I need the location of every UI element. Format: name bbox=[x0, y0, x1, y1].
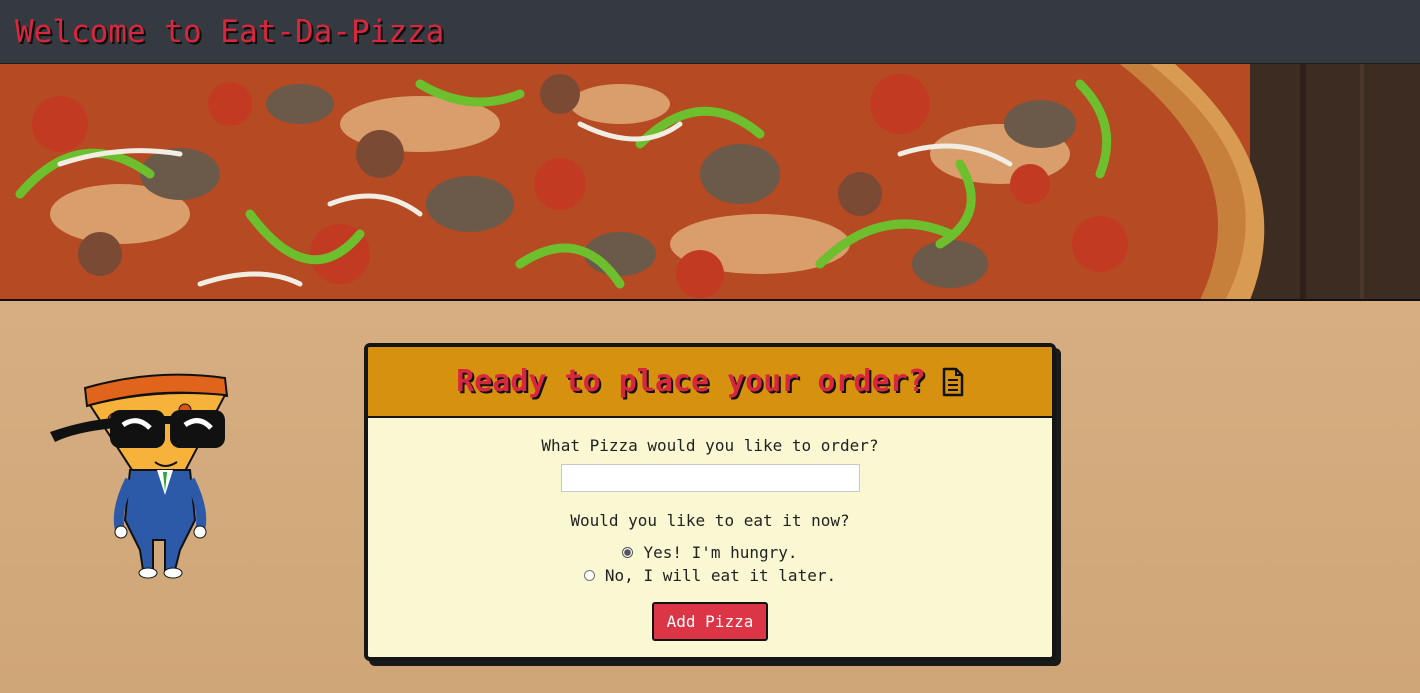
radio-no-label[interactable]: No, I will eat it later. bbox=[605, 566, 836, 585]
pizza-name-label: What Pizza would you like to order? bbox=[541, 436, 879, 455]
radio-yes-label[interactable]: Yes! I'm hungry. bbox=[643, 543, 797, 562]
radio-yes[interactable] bbox=[622, 546, 634, 558]
order-card-title: Ready to place your order? bbox=[456, 364, 926, 399]
eat-now-label: Would you like to eat it now? bbox=[570, 511, 850, 530]
order-card-header: Ready to place your order? bbox=[368, 347, 1052, 418]
document-icon bbox=[942, 367, 964, 396]
pizza-name-input[interactable] bbox=[560, 464, 860, 492]
pizza-slice-character-icon bbox=[50, 373, 229, 579]
site-title: Welcome to Eat-Da-Pizza bbox=[15, 13, 445, 50]
radio-option-yes[interactable]: Yes! I'm hungry. bbox=[622, 543, 798, 562]
radio-option-no[interactable]: No, I will eat it later. bbox=[583, 566, 836, 585]
navbar: Welcome to Eat-Da-Pizza bbox=[0, 0, 1420, 63]
eat-now-radio-group: Yes! I'm hungry. No, I will eat it later… bbox=[368, 543, 1052, 585]
pizza-banner-image bbox=[0, 63, 1420, 301]
pizza-mascot-image bbox=[45, 370, 235, 580]
pizza-illustration bbox=[0, 64, 1420, 299]
order-card: Ready to place your order? What Pizza wo… bbox=[364, 343, 1056, 661]
add-pizza-button[interactable]: Add Pizza bbox=[652, 602, 768, 641]
order-form: What Pizza would you like to order? Woul… bbox=[368, 418, 1052, 641]
radio-no[interactable] bbox=[583, 569, 595, 581]
